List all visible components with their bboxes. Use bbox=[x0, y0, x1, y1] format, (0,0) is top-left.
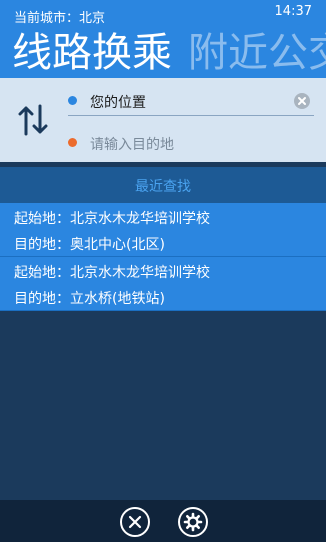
pivot-nearby-bus[interactable]: 附近公交 bbox=[188, 30, 326, 76]
destination-dot-icon bbox=[68, 138, 77, 147]
list-item[interactable]: 起始地：北京水木龙华培训学校 目的地：奥北中心(北区) bbox=[0, 203, 326, 257]
recent-title: 最近查找 bbox=[135, 179, 191, 195]
recent-start: 起始地：北京水木龙华培训学校 bbox=[14, 211, 210, 227]
close-icon bbox=[128, 515, 142, 529]
current-city-label[interactable]: 当前城市：北京 bbox=[14, 7, 105, 26]
recent-start: 起始地：北京水木龙华培训学校 bbox=[14, 265, 210, 281]
app-bar bbox=[0, 500, 326, 542]
origin-input[interactable]: 您的位置 bbox=[90, 92, 146, 112]
settings-button[interactable] bbox=[178, 507, 208, 537]
swap-button[interactable] bbox=[16, 100, 50, 140]
recent-list: 起始地：北京水木龙华培训学校 目的地：奥北中心(北区) 起始地：北京水木龙华培训… bbox=[0, 203, 326, 311]
clear-origin-button[interactable] bbox=[294, 93, 310, 109]
swap-arrows-icon bbox=[18, 104, 48, 136]
pivot-bar: 线路换乘附近公交 bbox=[12, 30, 326, 76]
recent-end: 目的地：奥北中心(北区) bbox=[14, 237, 165, 253]
recent-end: 目的地：立水桥(地铁站) bbox=[14, 291, 165, 307]
origin-field[interactable]: 您的位置 bbox=[68, 86, 314, 116]
status-time: 14:37 bbox=[274, 4, 312, 19]
close-button[interactable] bbox=[120, 507, 150, 537]
header: 当前城市：北京 14:37 线路换乘附近公交 bbox=[0, 0, 326, 78]
origin-dot-icon bbox=[68, 96, 77, 105]
clear-icon bbox=[298, 97, 306, 105]
list-item[interactable]: 起始地：北京水木龙华培训学校 目的地：立水桥(地铁站) bbox=[0, 257, 326, 311]
route-search-panel: 您的位置 请输入目的地 bbox=[0, 78, 326, 162]
destination-input[interactable]: 请输入目的地 bbox=[90, 134, 174, 154]
recent-section-header: 最近查找 bbox=[0, 167, 326, 203]
gear-icon bbox=[183, 512, 203, 532]
destination-field[interactable]: 请输入目的地 bbox=[68, 128, 314, 158]
pivot-route-transfer[interactable]: 线路换乘 bbox=[12, 30, 172, 76]
app-window: 当前城市：北京 14:37 线路换乘附近公交 您的位置 请输入目的地 bbox=[0, 0, 326, 542]
